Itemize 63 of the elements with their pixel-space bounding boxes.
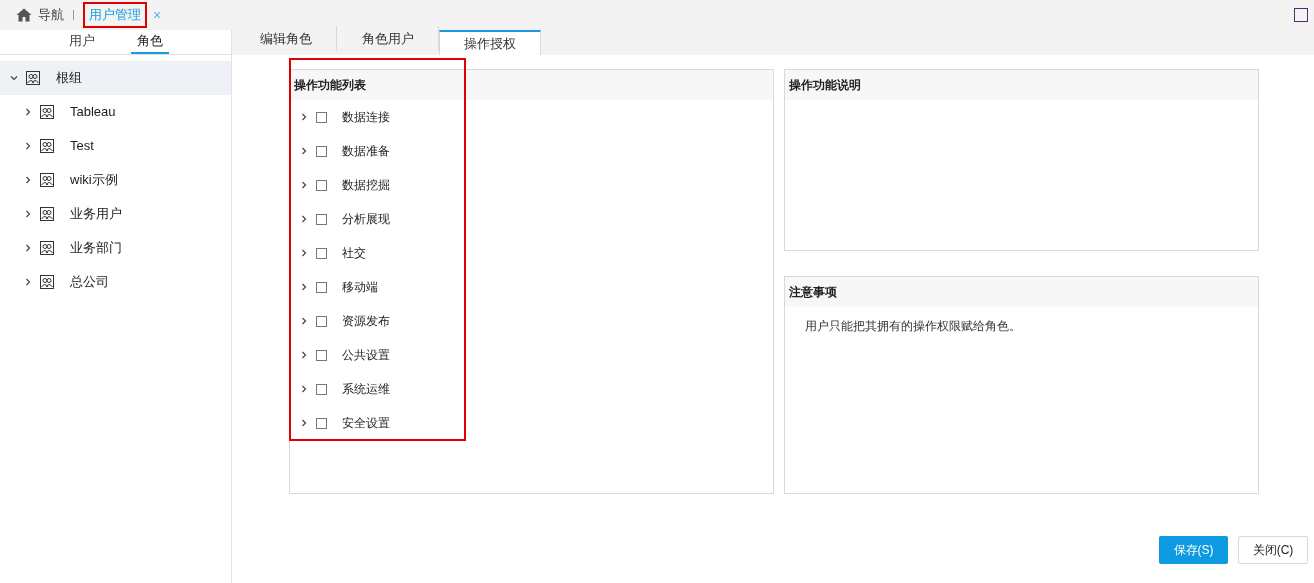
- home-icon[interactable]: [16, 8, 32, 22]
- chevron-right-icon[interactable]: [300, 113, 308, 121]
- sidebar-tab[interactable]: 用户: [62, 30, 101, 54]
- sidebar-tab[interactable]: 角色: [130, 30, 169, 54]
- chevron-right-icon[interactable]: [24, 176, 32, 184]
- function-item[interactable]: 资源发布: [300, 304, 773, 338]
- checkbox[interactable]: [316, 383, 327, 395]
- user-group-icon: [26, 71, 40, 85]
- function-item[interactable]: 社交: [300, 236, 773, 270]
- user-group-icon: [40, 173, 54, 187]
- tree-item[interactable]: Test: [0, 129, 231, 163]
- panel-title: 操作功能说明: [789, 77, 861, 94]
- panel-title: 注意事项: [789, 284, 837, 301]
- tree-item[interactable]: 业务部门: [0, 231, 231, 265]
- chevron-right-icon[interactable]: [24, 210, 32, 218]
- chevron-right-icon[interactable]: [300, 249, 308, 257]
- chevron-down-icon[interactable]: [10, 74, 18, 82]
- notes-text: 用户只能把其拥有的操作权限赋给角色。: [804, 318, 1022, 335]
- user-group-icon: [40, 241, 54, 255]
- function-item[interactable]: 公共设置: [300, 338, 773, 372]
- checkbox[interactable]: [316, 349, 327, 361]
- chevron-right-icon[interactable]: [300, 147, 308, 155]
- window-square-icon[interactable]: [1294, 8, 1308, 22]
- function-item[interactable]: 安全设置: [300, 406, 773, 440]
- user-group-icon: [40, 139, 54, 153]
- checkbox[interactable]: [316, 281, 327, 293]
- tree-item[interactable]: 业务用户: [0, 197, 231, 231]
- panel-title: 操作功能列表: [294, 77, 366, 94]
- user-group-icon: [40, 207, 54, 221]
- tree-item[interactable]: Tableau: [0, 95, 231, 129]
- function-item[interactable]: 数据连接: [300, 100, 773, 134]
- function-item[interactable]: 移动端: [300, 270, 773, 304]
- tab[interactable]: 编辑角色: [235, 26, 337, 51]
- checkbox[interactable]: [316, 213, 327, 225]
- user-group-icon: [40, 275, 54, 289]
- tree-item[interactable]: 总公司: [0, 265, 231, 299]
- chevron-right-icon[interactable]: [300, 283, 308, 291]
- tree-item[interactable]: 根组: [0, 61, 231, 95]
- chevron-right-icon[interactable]: [24, 142, 32, 150]
- function-item[interactable]: 分析展现: [300, 202, 773, 236]
- function-item[interactable]: 系统运维: [300, 372, 773, 406]
- chevron-right-icon[interactable]: [300, 215, 308, 223]
- checkbox[interactable]: [316, 179, 327, 191]
- chevron-right-icon[interactable]: [300, 385, 308, 393]
- function-item[interactable]: 数据挖掘: [300, 168, 773, 202]
- chevron-right-icon[interactable]: [300, 351, 308, 359]
- tree-item[interactable]: wiki示例: [0, 163, 231, 197]
- chevron-right-icon[interactable]: [300, 419, 308, 427]
- close-button[interactable]: 关闭(C): [1238, 536, 1308, 564]
- checkbox[interactable]: [316, 111, 327, 123]
- chevron-right-icon[interactable]: [300, 317, 308, 325]
- checkbox[interactable]: [316, 417, 327, 429]
- tab[interactable]: 操作授权: [439, 30, 541, 55]
- chevron-right-icon[interactable]: [24, 108, 32, 116]
- checkbox[interactable]: [316, 315, 327, 327]
- function-item[interactable]: 数据准备: [300, 134, 773, 168]
- checkbox[interactable]: [316, 247, 327, 259]
- chevron-right-icon[interactable]: [24, 244, 32, 252]
- chevron-right-icon[interactable]: [300, 181, 308, 189]
- checkbox[interactable]: [316, 145, 327, 157]
- user-group-icon: [40, 105, 54, 119]
- chevron-right-icon[interactable]: [24, 278, 32, 286]
- nav-link[interactable]: 导航: [38, 5, 64, 25]
